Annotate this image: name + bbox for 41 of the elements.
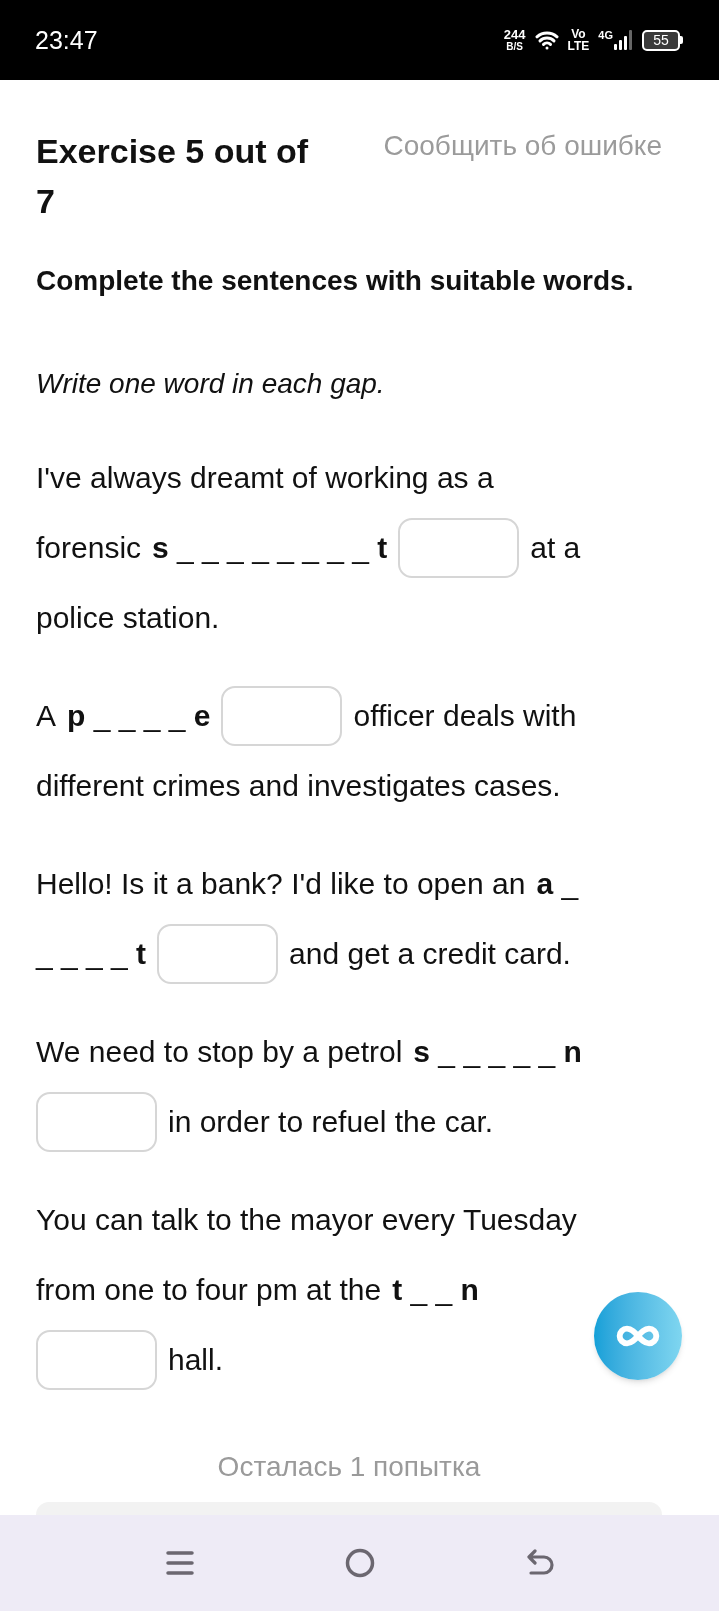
sentence-text: We need to stop by a petrol <box>36 1034 403 1070</box>
home-icon[interactable] <box>344 1548 375 1578</box>
lte-label: LTE <box>567 40 590 52</box>
answer-box[interactable] <box>36 1092 157 1152</box>
exercise-title: Exercise 5 out of 7 <box>36 131 310 222</box>
sentence-text: Hello! Is it a bank? I'd like to open an <box>36 866 526 902</box>
sentence-text: forensic <box>36 530 142 566</box>
sentence-text: at a <box>530 530 581 566</box>
battery-indicator: 55 <box>642 29 683 51</box>
sentence-text: from one to four pm at the <box>36 1272 382 1308</box>
sentence-text: A <box>36 698 56 734</box>
sentence-text: officer deals with <box>353 698 577 734</box>
word-hint: s _ _ _ _ _ n <box>413 1034 582 1070</box>
word-hint: p _ _ _ _ e <box>67 698 211 734</box>
menu-icon[interactable] <box>165 1550 194 1576</box>
word-hint: s _ _ _ _ _ _ _ _ t <box>152 530 388 566</box>
report-error-link[interactable]: Сообщить об ошибке <box>383 126 662 166</box>
sentence-text: You can talk to the mayor every Tuesday <box>36 1202 577 1238</box>
word-hint: a _ <box>536 866 579 902</box>
answer-box[interactable] <box>221 686 343 746</box>
answer-box[interactable] <box>36 1330 157 1390</box>
sentence-text: police station. <box>36 600 220 636</box>
sentence-text: in order to refuel the car. <box>168 1104 494 1140</box>
speed-unit: B/S <box>506 41 523 52</box>
answer-box[interactable] <box>157 924 279 984</box>
word-hint: t _ _ n <box>392 1272 479 1308</box>
signal-icon <box>613 30 633 50</box>
back-icon[interactable] <box>525 1549 554 1577</box>
sentence-text: hall. <box>168 1342 224 1378</box>
sentence-text: and get a credit card. <box>289 936 571 972</box>
sentence-text: I've always dreamt of working as a <box>36 460 494 496</box>
answer-box[interactable] <box>398 518 520 578</box>
sentence-text: different crimes and investigates cases. <box>36 768 561 804</box>
attempts-text: Осталась 1 попытка <box>216 1450 482 1484</box>
word-hint: _ _ _ _ t <box>36 936 147 972</box>
clock-time: 23:47 <box>35 27 98 53</box>
task-note: Write one word in each gap. <box>36 367 386 401</box>
network-type-label: 4G <box>598 30 613 41</box>
instruction-text: Complete the sentences with suitable words. <box>36 264 635 298</box>
network-speed: 244 <box>503 28 526 41</box>
volte-label: Vo <box>571 28 586 40</box>
